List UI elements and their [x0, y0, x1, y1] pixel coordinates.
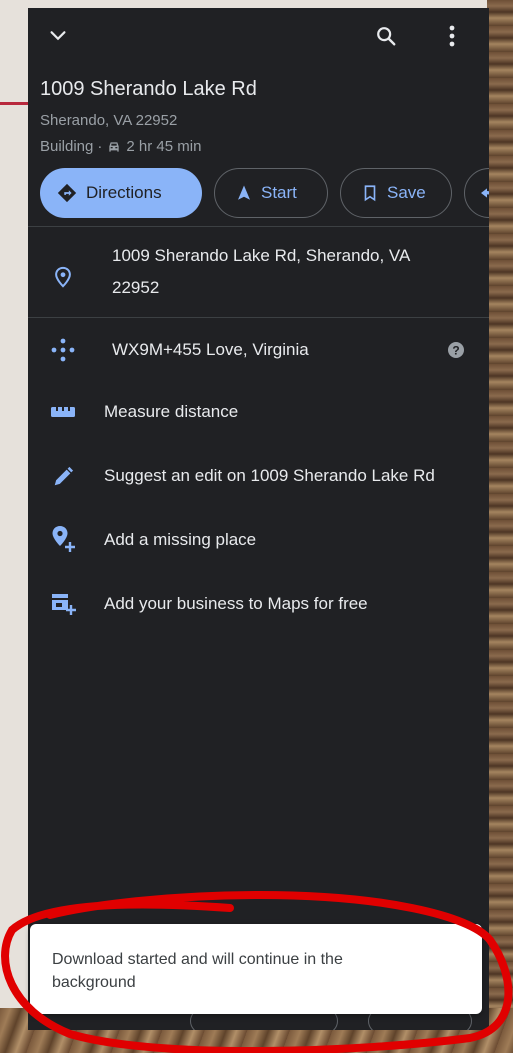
divider	[28, 226, 489, 227]
add-business-row[interactable]: Add your business to Maps for free	[104, 588, 368, 620]
drive-time: 2 hr 45 min	[126, 138, 202, 155]
start-label: Start	[261, 183, 297, 202]
divider	[28, 317, 489, 318]
directions-icon	[56, 182, 78, 204]
navigation-arrow-icon	[235, 184, 253, 202]
share-button[interactable]	[464, 168, 489, 218]
save-button[interactable]: Save	[340, 168, 452, 218]
address-line-1: 1009 Sherando Lake Rd, Sherando, VA	[112, 246, 411, 265]
share-icon	[479, 185, 489, 201]
add-location-icon	[50, 526, 76, 552]
search-icon[interactable]	[372, 22, 400, 50]
save-label: Save	[387, 183, 426, 202]
address-row[interactable]: 1009 Sherando Lake Rd, Sherando, VA 2295…	[112, 240, 410, 304]
separator: ·	[97, 138, 103, 155]
add-missing-place-row[interactable]: Add a missing place	[104, 524, 256, 556]
bookmark-icon	[361, 184, 379, 202]
plus-code-icon	[50, 337, 76, 363]
car-icon	[106, 139, 122, 155]
background-wood-strip	[487, 0, 513, 1053]
ruler-icon	[50, 399, 76, 425]
directions-label: Directions	[86, 183, 162, 202]
toast-line-1: Download started and will continue in th…	[52, 951, 343, 968]
address-line-2: 22952	[112, 278, 160, 297]
add-business-icon	[50, 590, 76, 616]
measure-distance-row[interactable]: Measure distance	[104, 396, 238, 428]
pencil-icon	[50, 464, 76, 490]
toast-line-2: background	[52, 974, 136, 991]
place-info-line: Building · 2 hr 45 min	[40, 138, 201, 155]
plus-code-row[interactable]: WX9M+455 Love, Virginia	[112, 334, 309, 366]
chevron-down-icon[interactable]	[44, 22, 72, 50]
more-vert-icon[interactable]	[438, 22, 466, 50]
background-red-line	[0, 102, 30, 105]
location-pin-icon	[50, 264, 76, 290]
start-button[interactable]: Start	[214, 168, 328, 218]
place-sheet: 1009 Sherando Lake Rd Sherando, VA 22952…	[28, 8, 489, 1030]
suggest-edit-row[interactable]: Suggest an edit on 1009 Sherando Lake Rd	[104, 460, 435, 492]
directions-button[interactable]: Directions	[40, 168, 202, 218]
help-icon[interactable]: ?	[446, 340, 466, 360]
place-title: 1009 Sherando Lake Rd	[40, 78, 257, 100]
svg-text:?: ?	[452, 344, 459, 358]
download-toast: Download started and will continue in th…	[30, 924, 482, 1014]
place-subtitle: Sherando, VA 22952	[40, 112, 178, 129]
place-type: Building	[40, 138, 94, 155]
